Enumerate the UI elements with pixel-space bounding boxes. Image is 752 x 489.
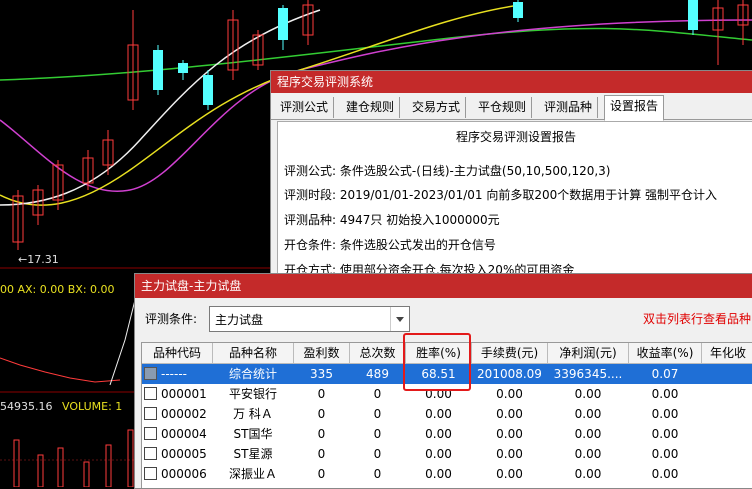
cell-name: ST国华 bbox=[233, 427, 273, 441]
condition-label: 评测条件: bbox=[145, 312, 198, 326]
stock-icon bbox=[144, 427, 157, 440]
indicator-label: 00 AX: 0.00 BX: 0.00 bbox=[0, 283, 115, 296]
indicator-values: 00 AX: 0.00 BX: 0.00 bbox=[0, 283, 115, 296]
report-line: 开仓条件: 条件选股公式发出的开仓信号 bbox=[284, 238, 496, 252]
hint-text: 双击列表行查看品种 bbox=[643, 312, 752, 326]
volume-value: 54935.16 bbox=[0, 400, 53, 413]
chevron-down-icon[interactable] bbox=[390, 307, 409, 331]
report-line: 评测时段: 2019/01/01-2023/01/01 向前多取200个数据用于… bbox=[284, 188, 718, 202]
stock-icon bbox=[144, 407, 157, 420]
cell-return: 0.00 bbox=[651, 407, 679, 421]
cell-return: 0.00 bbox=[651, 427, 679, 441]
condition-select[interactable]: 主力试盘 bbox=[209, 306, 410, 332]
cell-total: 0 bbox=[373, 447, 382, 461]
cell-code: ------ bbox=[161, 367, 187, 381]
cell-fee: 0.00 bbox=[496, 407, 523, 421]
cell-total: 0 bbox=[373, 387, 382, 401]
col-header-total[interactable]: 总次数 bbox=[350, 343, 406, 364]
cell-wins: 0 bbox=[317, 467, 326, 481]
tab-trade-mode[interactable]: 交易方式 bbox=[407, 97, 467, 118]
col-header-annual[interactable]: 年化收 bbox=[702, 343, 752, 364]
volume-label: VOLUME: 1 bbox=[62, 400, 123, 413]
winrate-highlight-box bbox=[403, 333, 471, 391]
cell-name: ST星源 bbox=[233, 447, 273, 461]
cell-code: 000002 bbox=[161, 407, 207, 421]
tab-close-rules[interactable]: 平仓规则 bbox=[473, 97, 533, 118]
cell-fee: 0.00 bbox=[496, 387, 523, 401]
col-header-wins[interactable]: 盈利数 bbox=[294, 343, 350, 364]
cell-profit: 3396345.... bbox=[553, 367, 623, 381]
table-row[interactable]: 000004 ST国华 0 0 0.00 0.00 0.00 0.00 bbox=[142, 424, 752, 444]
col-header-name[interactable]: 品种名称 bbox=[213, 343, 294, 364]
cell-return: 0.00 bbox=[651, 447, 679, 461]
cell-profit: 0.00 bbox=[574, 447, 602, 461]
cell-profit: 0.00 bbox=[574, 427, 602, 441]
col-header-profit[interactable]: 净利润(元) bbox=[548, 343, 629, 364]
cell-profit: 0.00 bbox=[574, 387, 602, 401]
cell-fee: 201008.09 bbox=[477, 367, 542, 381]
cell-fee: 0.00 bbox=[496, 467, 523, 481]
stock-icon bbox=[144, 387, 157, 400]
report-line: 评测品种: 4947只 初始投入1000000元 bbox=[284, 213, 500, 227]
cell-wins: 335 bbox=[310, 367, 333, 381]
cell-winrate: 0.00 bbox=[425, 447, 452, 461]
cell-total: 0 bbox=[373, 407, 382, 421]
cell-winrate: 0.00 bbox=[425, 407, 452, 421]
report-title: 程序交易评测设置报告 bbox=[455, 130, 576, 144]
stock-icon bbox=[144, 367, 157, 380]
cell-profit: 0.00 bbox=[574, 407, 602, 421]
cell-fee: 0.00 bbox=[496, 427, 523, 441]
cell-fee: 0.00 bbox=[496, 447, 523, 461]
cell-return: 0.00 bbox=[651, 387, 679, 401]
volume-label-row: 54935.16 VOLUME: 1 bbox=[0, 400, 122, 413]
cell-return: 0.07 bbox=[651, 367, 679, 381]
cell-return: 0.00 bbox=[651, 467, 679, 481]
table-row[interactable]: 000005 ST星源 0 0 0.00 0.00 0.00 0.00 bbox=[142, 444, 752, 464]
price-low-label: ←17.31 bbox=[18, 253, 59, 266]
tab-formula[interactable]: 评测公式 bbox=[275, 97, 335, 118]
cell-name: 万 科Ａ bbox=[233, 407, 273, 421]
cell-total: 489 bbox=[366, 367, 389, 381]
cell-wins: 0 bbox=[317, 387, 326, 401]
col-header-fee[interactable]: 手续费(元) bbox=[472, 343, 548, 364]
col-header-return[interactable]: 收益率(%) bbox=[629, 343, 702, 364]
tab-bar: 评测公式 建仓规则 交易方式 平仓规则 评测品种 设置报告 bbox=[271, 93, 752, 121]
tab-symbols[interactable]: 评测品种 bbox=[539, 97, 599, 118]
volume-bars bbox=[13, 429, 134, 487]
cell-winrate: 0.00 bbox=[425, 427, 452, 441]
report-line: 评测公式: 条件选股公式-(日线)-主力试盘(50,10,500,120,3) bbox=[284, 164, 611, 178]
dialog-title[interactable]: 主力试盘-主力试盘 bbox=[135, 274, 752, 298]
cell-wins: 0 bbox=[317, 407, 326, 421]
cell-total: 0 bbox=[373, 427, 382, 441]
cell-code: 000004 bbox=[161, 427, 207, 441]
stock-icon bbox=[144, 447, 157, 460]
indicator-line bbox=[0, 357, 121, 383]
cell-wins: 0 bbox=[317, 447, 326, 461]
cell-code: 000001 bbox=[161, 387, 207, 401]
stock-icon bbox=[144, 467, 157, 480]
dialog-title[interactable]: 程序交易评测系统 bbox=[271, 71, 752, 93]
cell-name: 综合统计 bbox=[228, 367, 277, 381]
table-row[interactable]: 000002 万 科Ａ 0 0 0.00 0.00 0.00 0.00 bbox=[142, 404, 752, 424]
cell-code: 000005 bbox=[161, 447, 207, 461]
tab-report[interactable]: 设置报告 bbox=[604, 95, 665, 121]
col-header-code[interactable]: 品种代码 bbox=[142, 343, 213, 364]
indicator-line-2 bbox=[109, 299, 136, 386]
cell-total: 0 bbox=[373, 467, 382, 481]
cell-winrate: 0.00 bbox=[425, 467, 452, 481]
table-row[interactable]: 000006 深振业Ａ 0 0 0.00 0.00 0.00 0.00 bbox=[142, 464, 752, 484]
cell-profit: 0.00 bbox=[574, 467, 602, 481]
cell-name: 深振业Ａ bbox=[228, 467, 277, 481]
settings-report: 程序交易评测设置报告 评测公式: 条件选股公式-(日线)-主力试盘(50,10,… bbox=[277, 121, 752, 276]
cell-code: 000006 bbox=[161, 467, 207, 481]
condition-value: 主力试盘 bbox=[215, 313, 264, 327]
cell-name: 平安银行 bbox=[228, 387, 277, 401]
tab-open-rules[interactable]: 建仓规则 bbox=[341, 97, 401, 118]
evaluation-system-dialog: 程序交易评测系统 评测公式 建仓规则 交易方式 平仓规则 评测品种 设置报告 程… bbox=[270, 70, 752, 277]
cell-wins: 0 bbox=[317, 427, 326, 441]
